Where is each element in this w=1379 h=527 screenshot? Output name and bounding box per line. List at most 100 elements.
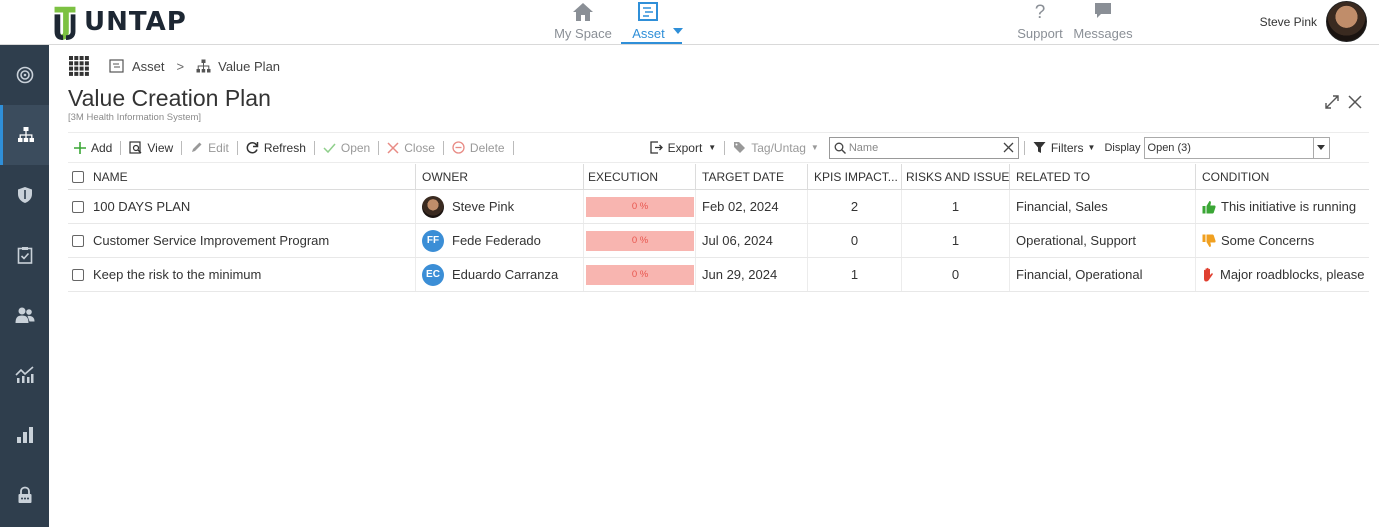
search-icon	[834, 142, 846, 154]
clipboard-check-icon	[17, 247, 32, 264]
cell-owner: FF Fede Federado	[416, 224, 584, 257]
sidebar-item-value-plan[interactable]	[0, 105, 49, 165]
nav-messages[interactable]: Messages	[1073, 0, 1133, 45]
column-header-kpis[interactable]: KPIS IMPACT...	[808, 164, 902, 189]
select-all-checkbox[interactable]	[72, 170, 84, 183]
open-button[interactable]: Open	[317, 132, 376, 163]
expand-icon[interactable]	[1325, 95, 1339, 109]
cell-target-date: Jun 29, 2024	[696, 258, 808, 291]
breadcrumb-asset[interactable]: Asset	[132, 59, 165, 74]
toolbar-divider	[120, 140, 122, 155]
brand-name: UNTAP	[84, 7, 187, 37]
view-icon	[129, 141, 142, 154]
cell-owner: Steve Pink	[416, 190, 584, 223]
clear-search-icon[interactable]	[1003, 142, 1014, 153]
nav-asset[interactable]: Asset	[621, 0, 683, 45]
add-label: Add	[91, 140, 113, 155]
home-icon	[573, 3, 593, 21]
page-title: Value Creation Plan	[68, 85, 271, 111]
owner-avatar: EC	[422, 263, 444, 286]
cell-related-to: Operational, Support	[1010, 224, 1196, 257]
sidebar-item-tasks[interactable]	[0, 225, 49, 285]
x-icon	[387, 141, 399, 154]
message-icon	[1095, 3, 1111, 18]
table-row[interactable]: 100 DAYS PLAN Steve Pink 0 % Feb 02, 202…	[68, 190, 1369, 224]
close-label: Close	[404, 140, 435, 155]
export-button[interactable]: Export ▼	[644, 132, 723, 163]
sidebar-item-security[interactable]	[0, 465, 49, 525]
cell-name: Customer Service Improvement Program	[68, 224, 416, 257]
caret-down-icon: ▼	[708, 143, 717, 152]
edit-button[interactable]: Edit	[184, 132, 235, 163]
column-header-condition[interactable]: CONDITION	[1196, 164, 1369, 189]
filter-icon	[1033, 142, 1046, 153]
nav-support[interactable]: ? Support	[1014, 0, 1066, 45]
grid-header-row: NAME OWNER EXECUTION TARGET DATE KPIS IM…	[68, 164, 1369, 190]
close-icon[interactable]	[1348, 95, 1362, 109]
sidebar-item-risks[interactable]	[0, 165, 49, 225]
caret-down-icon[interactable]	[673, 28, 683, 34]
cell-name: 100 DAYS PLAN	[68, 190, 416, 223]
display-select[interactable]: Open (3)	[1143, 136, 1330, 159]
column-header-risks[interactable]: RISKS AND ISSUES	[902, 164, 1010, 189]
sidebar-item-reports[interactable]	[0, 405, 49, 465]
column-header-execution[interactable]: EXECUTION	[584, 164, 696, 189]
grid-toolbar: Add View Edit Refresh Open Close Delete …	[68, 132, 1369, 163]
table-row[interactable]: Keep the risk to the minimum EC Eduardo C…	[68, 258, 1369, 292]
row-checkbox[interactable]	[72, 234, 84, 247]
apps-grid-icon[interactable]	[69, 56, 89, 76]
cell-condition: Some Concerns	[1196, 224, 1369, 257]
close-button[interactable]: Close	[381, 132, 441, 163]
toolbar-divider	[313, 140, 315, 155]
add-button[interactable]: Add	[68, 132, 118, 163]
sidebar-item-analytics[interactable]	[0, 345, 49, 405]
user-name[interactable]: Steve Pink	[1260, 15, 1317, 29]
caret-down-icon: ▼	[1087, 143, 1096, 152]
tag-untag-button[interactable]: Tag/Untag ▼	[727, 132, 825, 163]
top-bar: UNTAP My Space Asset ? Support Messages …	[0, 0, 1379, 45]
chevron-right-icon: >	[176, 58, 185, 74]
checkmark-icon	[323, 143, 336, 153]
target-icon	[16, 66, 33, 84]
toolbar-divider	[236, 140, 238, 155]
search-input[interactable]: Name	[828, 136, 1019, 159]
breadcrumb: Asset > Value Plan	[69, 56, 280, 76]
cell-condition: Major roadblocks, please	[1196, 258, 1369, 291]
refresh-icon	[246, 142, 259, 154]
shield-icon	[17, 187, 32, 203]
row-checkbox[interactable]	[72, 200, 84, 213]
execution-progress: 0 %	[586, 264, 694, 285]
lock-icon	[18, 486, 31, 503]
user-avatar[interactable]	[1326, 1, 1367, 42]
column-header-related-to[interactable]: RELATED TO	[1010, 164, 1196, 189]
toolbar-divider	[181, 140, 183, 155]
cell-risks: 1	[902, 190, 1010, 223]
refresh-button[interactable]: Refresh	[240, 132, 312, 163]
column-header-owner[interactable]: OWNER	[416, 164, 584, 189]
view-button[interactable]: View	[123, 132, 179, 163]
cell-execution: 0 %	[584, 258, 696, 291]
table-row[interactable]: Customer Service Improvement Program FF F…	[68, 224, 1369, 258]
delete-button[interactable]: Delete	[446, 132, 511, 163]
nav-my-space[interactable]: My Space	[553, 0, 613, 45]
display-select-value: Open (3)	[1147, 141, 1191, 154]
sidebar-item-people[interactable]	[0, 285, 49, 345]
breadcrumb-value-plan: Value Plan	[218, 58, 281, 74]
pencil-icon	[192, 142, 202, 152]
toolbar-divider	[378, 140, 380, 155]
filters-button[interactable]: Filters ▼	[1027, 132, 1102, 163]
thumbs-up-icon	[1202, 200, 1216, 213]
page-subtitle: [3M Health Information System]	[68, 112, 202, 123]
sidebar-item-targets[interactable]	[0, 45, 49, 105]
untap-logo[interactable]: UNTAP	[52, 2, 187, 42]
column-header-target-date[interactable]: TARGET DATE	[696, 164, 808, 189]
row-checkbox[interactable]	[72, 268, 84, 281]
execution-progress: 0 %	[586, 230, 694, 251]
asset-icon	[638, 2, 658, 21]
cell-execution: 0 %	[584, 190, 696, 223]
nav-messages-label: Messages	[1073, 26, 1133, 41]
users-icon	[15, 307, 34, 323]
main-content: Asset > Value Plan Value Creation Plan […	[49, 45, 1379, 527]
column-header-name[interactable]: NAME	[68, 164, 416, 189]
tag-icon	[734, 142, 746, 153]
